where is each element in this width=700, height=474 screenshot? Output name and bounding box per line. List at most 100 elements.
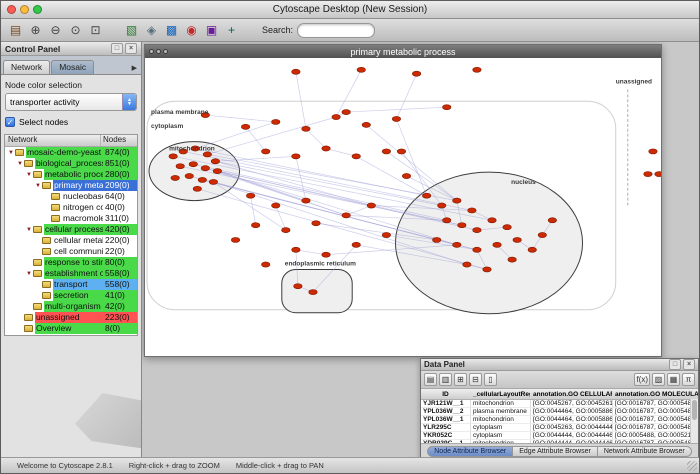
network-node[interactable] (508, 257, 516, 262)
tab-network[interactable]: Network (3, 60, 50, 74)
network-node[interactable] (352, 242, 360, 247)
tree-row[interactable]: nucleobase...64(0) (5, 191, 137, 202)
network-node[interactable] (357, 67, 365, 72)
tree-row[interactable]: nitrogen compo...40(0) (5, 202, 137, 213)
network-edge[interactable] (205, 115, 275, 122)
network-edge[interactable] (366, 125, 457, 201)
expanded-arrow-icon[interactable]: ▼ (25, 271, 33, 277)
tree-column-nodes[interactable]: Nodes (101, 135, 137, 146)
network-node[interactable] (473, 67, 481, 72)
network-node[interactable] (473, 247, 481, 252)
hide-selected-icon[interactable]: ▧ (123, 22, 140, 39)
network-node[interactable] (463, 262, 471, 267)
select-nodes-checkbox[interactable]: ✓ (5, 117, 15, 127)
network-node[interactable] (432, 237, 440, 242)
tree-row[interactable]: ▼biological_process851(0) (5, 158, 137, 169)
network-edge[interactable] (346, 107, 447, 112)
network-node[interactable] (538, 232, 546, 237)
network-edge[interactable] (296, 72, 306, 129)
network-node[interactable] (443, 105, 451, 110)
expanded-arrow-icon[interactable]: ▼ (34, 183, 42, 189)
network-node[interactable] (312, 221, 320, 226)
network-node[interactable] (483, 267, 491, 272)
network-edge[interactable] (396, 74, 416, 119)
node-color-combobox[interactable]: transporter activity ▲ ▼ (5, 93, 137, 111)
network-node[interactable] (382, 149, 390, 154)
inner-minimize-icon[interactable] (156, 49, 161, 54)
inner-close-icon[interactable] (149, 49, 154, 54)
column-header[interactable]: _cellularLayoutRegion (471, 391, 531, 398)
network-node[interactable] (382, 232, 390, 237)
network-node[interactable] (261, 262, 269, 267)
network-node[interactable] (453, 242, 461, 247)
annotation-icon[interactable]: ▣ (203, 22, 220, 39)
network-node[interactable] (211, 159, 219, 164)
tree-column-network[interactable]: Network (5, 135, 101, 146)
pi-icon[interactable]: π (682, 373, 695, 386)
import-attributes-icon[interactable]: ▨ (652, 373, 665, 386)
network-node[interactable] (292, 154, 300, 159)
network-node[interactable] (241, 124, 249, 129)
network-node[interactable] (231, 237, 239, 242)
delete-attribute-icon[interactable]: ⊟ (469, 373, 482, 386)
export-attributes-icon[interactable]: ▦ (667, 373, 680, 386)
function-builder-icon[interactable]: f(x) (634, 373, 650, 386)
zoom-button[interactable] (33, 5, 42, 14)
network-node[interactable] (322, 252, 330, 257)
tree-row[interactable]: response to stimu...80(0) (5, 257, 137, 268)
network-node[interactable] (193, 186, 201, 191)
float-panel-icon[interactable]: □ (111, 43, 123, 54)
zoom-out-icon[interactable]: ⊖ (47, 22, 64, 39)
expanded-arrow-icon[interactable]: ▼ (7, 150, 15, 156)
network-node[interactable] (402, 173, 410, 178)
table-row[interactable]: YDR039C__1mitochondrion[GO:0044444, GO:0… (421, 440, 698, 444)
new-network-icon[interactable]: ◈ (143, 22, 160, 39)
network-node[interactable] (185, 173, 193, 178)
network-node[interactable] (302, 126, 310, 131)
zoom-selected-icon[interactable]: ⊙ (67, 22, 84, 39)
network-node[interactable] (171, 175, 179, 180)
close-panel-icon[interactable]: × (125, 43, 137, 54)
network-node[interactable] (342, 110, 350, 115)
network-node[interactable] (282, 228, 290, 233)
network-node[interactable] (246, 193, 254, 198)
network-node[interactable] (292, 247, 300, 252)
network-edge[interactable] (215, 161, 441, 205)
network-node[interactable] (169, 154, 177, 159)
network-node[interactable] (261, 149, 269, 154)
network-node[interactable] (458, 223, 466, 228)
minimize-button[interactable] (20, 5, 29, 14)
tree-row[interactable]: cellular metabo...220(0) (5, 235, 137, 246)
network-node[interactable] (292, 69, 300, 74)
table-row[interactable]: YPL036W__2plasma membrane[GO:0044464, GO… (421, 408, 698, 416)
network-edge[interactable] (296, 250, 326, 255)
network-node[interactable] (332, 114, 340, 119)
expanded-arrow-icon[interactable]: ▼ (16, 161, 24, 167)
network-node[interactable] (362, 122, 370, 127)
tab-scroll-right-icon[interactable]: ▶ (132, 64, 139, 74)
network-node[interactable] (513, 237, 521, 242)
tree-row[interactable]: transport558(0) (5, 279, 137, 290)
network-node[interactable] (198, 177, 206, 182)
network-node[interactable] (644, 171, 652, 176)
network-node[interactable] (392, 116, 400, 121)
zoom-in-icon[interactable]: ⊕ (27, 22, 44, 39)
select-attributes-icon[interactable]: ▤ (424, 373, 437, 386)
network-node[interactable] (438, 203, 446, 208)
tree-row[interactable]: ▼establishment of lo...558(0) (5, 268, 137, 279)
network-node[interactable] (209, 179, 217, 184)
network-node[interactable] (342, 213, 350, 218)
tree-row[interactable]: ▼mosaic-demo-yeast874(0) (5, 147, 137, 158)
network-node[interactable] (272, 119, 280, 124)
network-node[interactable] (488, 218, 496, 223)
network-node[interactable] (272, 203, 280, 208)
network-node[interactable] (302, 198, 310, 203)
unselect-attributes-icon[interactable]: ▥ (439, 373, 452, 386)
network-edge[interactable] (356, 156, 426, 195)
network-edge[interactable] (306, 129, 326, 149)
network-edge[interactable] (326, 148, 356, 156)
network-node[interactable] (473, 228, 481, 233)
trash-icon[interactable]: ▯ (484, 373, 497, 386)
resize-grip[interactable] (687, 461, 697, 471)
network-node[interactable] (443, 218, 451, 223)
